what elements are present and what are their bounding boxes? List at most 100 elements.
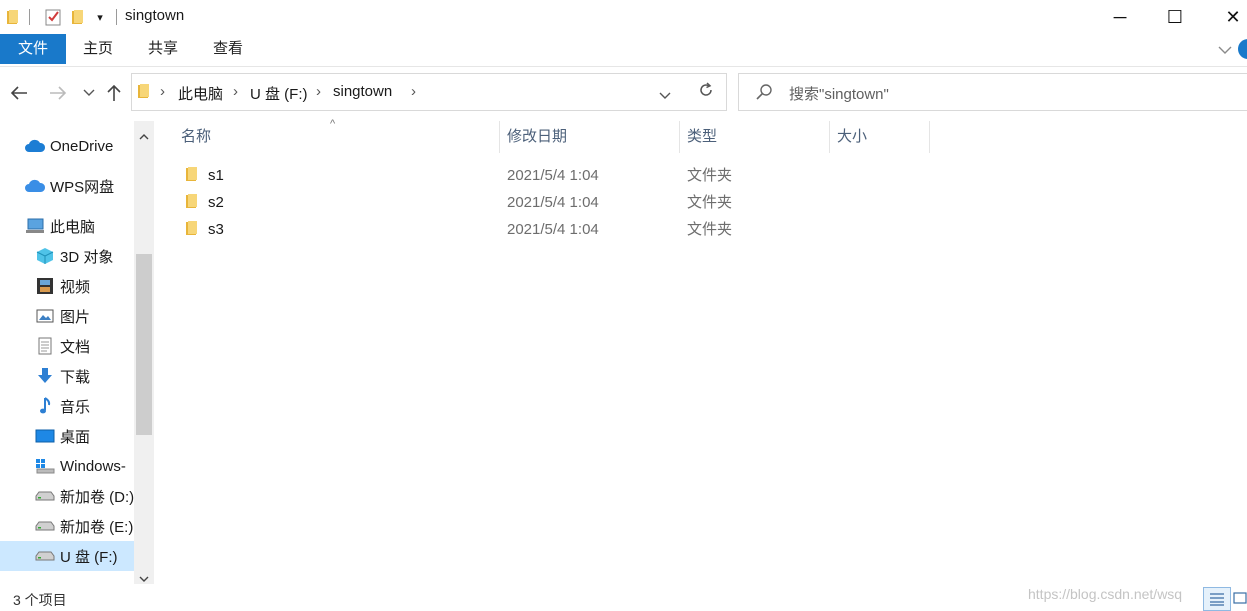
large-icons-view-icon xyxy=(1233,592,1247,604)
file-row[interactable]: s3 2021/5/4 1:04 文件夹 xyxy=(180,216,740,243)
picture-icon xyxy=(34,306,56,326)
nav-item-windows-drive[interactable]: Windows- xyxy=(34,452,126,480)
tab-view[interactable]: 查看 xyxy=(213,34,243,64)
sort-ascending-icon: ^ xyxy=(330,118,336,130)
download-icon xyxy=(34,366,56,386)
file-type: 文件夹 xyxy=(687,221,733,238)
nav-item-music[interactable]: 音乐 xyxy=(34,392,90,420)
nav-item-desktop[interactable]: 桌面 xyxy=(34,422,90,450)
scrollbar-thumb[interactable] xyxy=(136,254,152,435)
title-bar: ▾ singtown ─ ☐ ✕ xyxy=(0,0,1247,34)
new-folder-icon[interactable] xyxy=(68,7,88,27)
up-arrow-icon[interactable] xyxy=(103,80,125,106)
large-icons-view-button[interactable] xyxy=(1233,590,1247,606)
drive-icon xyxy=(34,516,56,536)
nav-item-3d-objects[interactable]: 3D 对象 xyxy=(34,242,113,270)
breadcrumb-separator-icon[interactable]: › xyxy=(160,83,165,100)
folder-icon xyxy=(185,220,199,240)
details-view-icon xyxy=(1210,593,1224,606)
cube-icon xyxy=(34,246,56,266)
file-modified: 2021/5/4 1:04 xyxy=(507,221,599,238)
back-arrow-icon[interactable] xyxy=(8,80,30,106)
scroll-up-icon[interactable] xyxy=(139,127,149,144)
cloud-icon xyxy=(24,136,46,156)
separator xyxy=(116,9,117,25)
column-header-type[interactable]: 类型 xyxy=(687,121,717,153)
scroll-down-icon[interactable] xyxy=(139,570,149,587)
nav-item-drive-e[interactable]: 新加卷 (E:) xyxy=(34,512,133,540)
details-view-button[interactable] xyxy=(1203,587,1231,611)
nav-item-wps-cloud[interactable]: WPS网盘 xyxy=(24,172,114,200)
cloud-icon xyxy=(24,176,46,196)
file-name: s3 xyxy=(208,221,224,238)
separator xyxy=(29,9,30,25)
maximize-button[interactable]: ☐ xyxy=(1146,0,1204,34)
nav-item-usb-drive[interactable]: U 盘 (F:) xyxy=(34,542,118,570)
film-icon xyxy=(34,276,56,296)
nav-item-this-pc[interactable]: 此电脑 xyxy=(24,212,95,240)
expand-ribbon-icon[interactable] xyxy=(1216,41,1234,59)
file-name: s2 xyxy=(208,194,224,211)
breadcrumb-separator-icon[interactable]: › xyxy=(316,83,321,100)
recent-locations-chevron-icon[interactable] xyxy=(78,80,100,106)
file-row[interactable]: s2 2021/5/4 1:04 文件夹 xyxy=(180,189,740,216)
folder-icon xyxy=(137,83,151,103)
document-icon xyxy=(34,336,56,356)
file-modified: 2021/5/4 1:04 xyxy=(507,167,599,184)
address-row: › 此电脑 › U 盘 (F:) › singtown › 搜索"singtow… xyxy=(0,66,1247,121)
status-bar: 3 个项目 https://blog.csdn.net/wsq xyxy=(0,586,1247,611)
column-header-size[interactable]: 大小 xyxy=(837,121,867,153)
help-icon[interactable] xyxy=(1238,39,1247,59)
computer-icon xyxy=(24,216,46,236)
tab-home[interactable]: 主页 xyxy=(83,34,113,64)
nav-item-drive-d[interactable]: 新加卷 (D:) xyxy=(34,482,134,510)
nav-item-pictures[interactable]: 图片 xyxy=(34,302,90,330)
search-icon xyxy=(755,83,773,105)
close-button[interactable]: ✕ xyxy=(1204,0,1247,34)
nav-item-videos[interactable]: 视频 xyxy=(34,272,90,300)
breadcrumb-singtown[interactable]: singtown xyxy=(333,83,392,100)
search-input[interactable]: 搜索"singtown" xyxy=(738,73,1247,111)
column-header-name[interactable]: 名称 xyxy=(181,121,211,153)
column-header-modified[interactable]: 修改日期 xyxy=(507,121,567,153)
file-type: 文件夹 xyxy=(687,167,733,184)
tab-share[interactable]: 共享 xyxy=(148,34,178,64)
music-icon xyxy=(34,396,56,416)
watermark-text: https://blog.csdn.net/wsq xyxy=(1028,586,1183,602)
folder-icon xyxy=(185,193,199,213)
forward-arrow-icon[interactable] xyxy=(47,80,69,106)
search-placeholder: 搜索"singtown" xyxy=(789,86,889,103)
nav-item-documents[interactable]: 文档 xyxy=(34,332,90,360)
usb-drive-icon xyxy=(34,546,56,566)
file-type: 文件夹 xyxy=(687,194,733,211)
tab-file[interactable]: 文件 xyxy=(0,34,66,64)
nav-scrollbar[interactable] xyxy=(134,121,154,584)
breadcrumb-usb-drive[interactable]: U 盘 (F:) xyxy=(250,83,308,104)
column-divider[interactable] xyxy=(829,121,830,153)
item-count: 3 个项目 xyxy=(13,592,67,608)
breadcrumb-separator-icon[interactable]: › xyxy=(233,83,238,100)
drive-icon xyxy=(34,486,56,506)
window-title: singtown xyxy=(125,7,185,24)
column-divider[interactable] xyxy=(679,121,680,153)
nav-item-onedrive[interactable]: OneDrive xyxy=(24,132,113,160)
address-history-dropdown-icon[interactable] xyxy=(659,87,671,104)
column-divider[interactable] xyxy=(929,121,930,153)
properties-icon[interactable] xyxy=(42,7,64,27)
address-bar[interactable]: › 此电脑 › U 盘 (F:) › singtown › xyxy=(131,73,687,111)
breadcrumb-separator-icon[interactable]: › xyxy=(411,83,416,100)
customize-toolbar-dropdown-icon[interactable]: ▾ xyxy=(92,7,108,27)
folder-icon xyxy=(5,7,21,27)
refresh-button[interactable] xyxy=(686,73,727,111)
folder-icon xyxy=(185,166,199,186)
file-name: s1 xyxy=(208,167,224,184)
breadcrumb-this-pc[interactable]: 此电脑 xyxy=(178,83,223,104)
file-modified: 2021/5/4 1:04 xyxy=(507,194,599,211)
refresh-icon xyxy=(698,82,714,102)
nav-item-downloads[interactable]: 下载 xyxy=(34,362,90,390)
file-row[interactable]: s1 2021/5/4 1:04 文件夹 xyxy=(180,162,740,189)
navigation-pane: OneDrive WPS网盘 此电脑 3D 对象 视频 图片 文档 下载 音乐 … xyxy=(0,121,156,584)
column-divider[interactable] xyxy=(499,121,500,153)
ribbon-tabs: 文件 主页 共享 查看 xyxy=(0,34,1247,66)
minimize-button[interactable]: ─ xyxy=(1091,0,1149,34)
